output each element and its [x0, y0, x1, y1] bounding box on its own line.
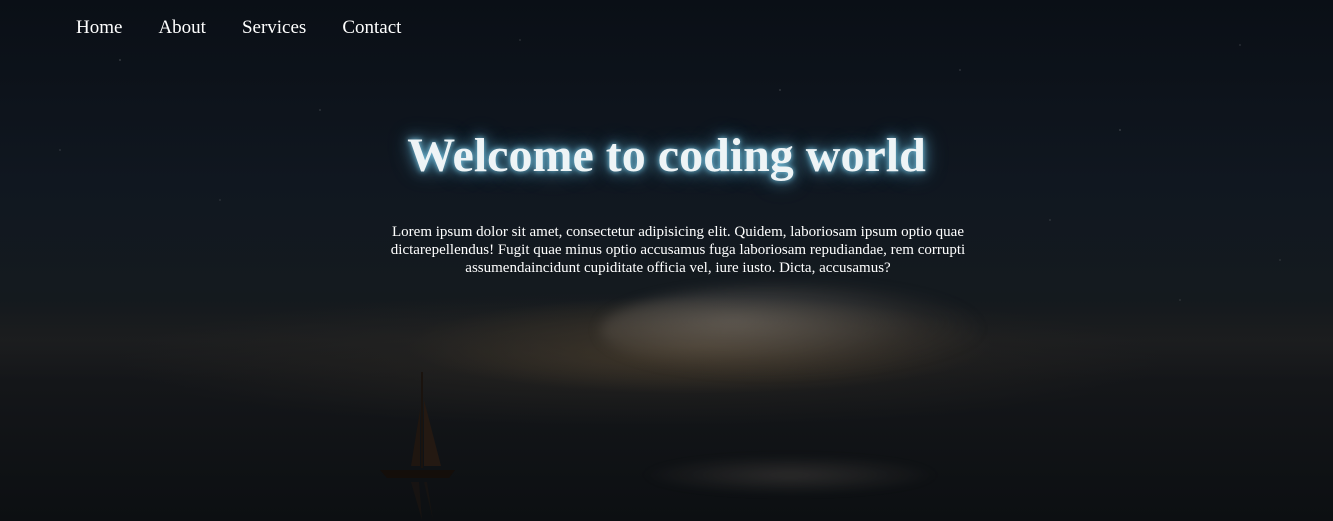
water-reflection [640, 455, 940, 495]
hero-description: Lorem ipsum dolor sit amet, consectetur … [390, 224, 966, 276]
nav-link-services[interactable]: Services [242, 17, 306, 39]
nav-link-about[interactable]: About [158, 17, 206, 39]
nav-link-home[interactable]: Home [76, 17, 122, 39]
nav-link-contact[interactable]: Contact [342, 17, 401, 39]
main-nav: Home About Services Contact [76, 17, 401, 39]
cloud [600, 285, 980, 375]
sailboat-image [380, 372, 455, 520]
hero-title: Welcome to coding world [407, 129, 926, 182]
hero-section: Home About Services Contact Welcome to c… [0, 0, 1333, 521]
